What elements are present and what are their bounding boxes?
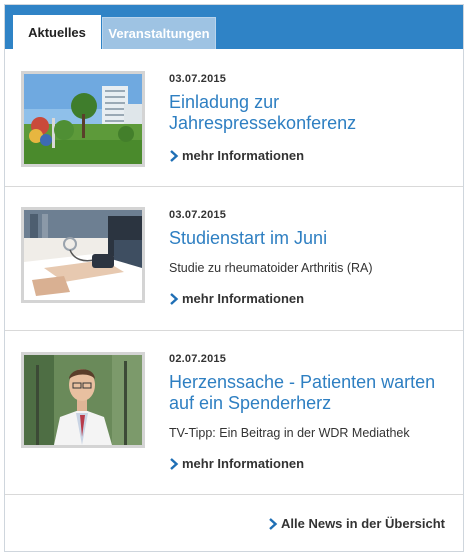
chevron-right-icon <box>170 292 179 305</box>
chevron-right-icon <box>269 517 278 530</box>
tab-aktuelles[interactable]: Aktuelles <box>13 15 101 49</box>
tab-bar: Aktuelles Veranstaltungen <box>5 5 463 49</box>
news-content: 03.07.2015 Studienstart im Juni Studie z… <box>169 209 451 310</box>
chevron-right-icon <box>170 149 179 162</box>
chevron-right-icon <box>170 457 179 470</box>
news-item: 02.07.2015 Herzenssache - Patienten wart… <box>5 331 463 495</box>
news-item: 03.07.2015 Studienstart im Juni Studie z… <box>5 187 463 331</box>
all-news-link[interactable]: Alle News in der Übersicht <box>268 516 445 531</box>
tab-veranstaltungen[interactable]: Veranstaltungen <box>102 17 216 49</box>
news-thumbnail-doctor[interactable] <box>21 352 145 448</box>
more-info-label: mehr Informationen <box>182 456 305 471</box>
more-info-link[interactable]: mehr Informationen <box>169 148 304 163</box>
news-content: 03.07.2015 Einladung zur Jahrespressekon… <box>169 73 451 167</box>
news-date: 03.07.2015 <box>169 73 227 85</box>
news-list: 03.07.2015 Einladung zur Jahrespressekon… <box>5 49 463 495</box>
hospital-building-photo <box>24 74 142 164</box>
news-title-link[interactable]: Einladung zur Jahrespressekonferenz <box>169 92 451 134</box>
news-item: 03.07.2015 Einladung zur Jahrespressekon… <box>5 49 463 187</box>
news-date: 03.07.2015 <box>169 209 227 221</box>
news-thumbnail-study[interactable] <box>21 207 145 303</box>
all-news-label: Alle News in der Übersicht <box>281 516 445 531</box>
more-info-label: mehr Informationen <box>182 148 305 163</box>
news-content: 02.07.2015 Herzenssache - Patienten wart… <box>169 353 451 475</box>
news-widget: Aktuelles Veranstaltungen 03.07.2015 Ein… <box>4 4 464 552</box>
news-footer: Alle News in der Übersicht <box>5 495 463 551</box>
more-info-link[interactable]: mehr Informationen <box>169 456 304 471</box>
news-teaser: Studie zu rheumatoider Arthritis (RA) <box>169 261 373 275</box>
more-info-link[interactable]: mehr Informationen <box>169 291 304 306</box>
news-date: 02.07.2015 <box>169 353 227 365</box>
news-title-link[interactable]: Herzenssache - Patienten warten auf ein … <box>169 372 451 414</box>
doctor-portrait-photo <box>24 355 142 445</box>
blood-pressure-measurement-photo <box>24 210 142 300</box>
news-thumbnail-hospital[interactable] <box>21 71 145 167</box>
news-title-link[interactable]: Studienstart im Juni <box>169 228 451 249</box>
more-info-label: mehr Informationen <box>182 291 305 306</box>
news-teaser: TV-Tipp: Ein Beitrag in der WDR Mediathe… <box>169 426 410 440</box>
